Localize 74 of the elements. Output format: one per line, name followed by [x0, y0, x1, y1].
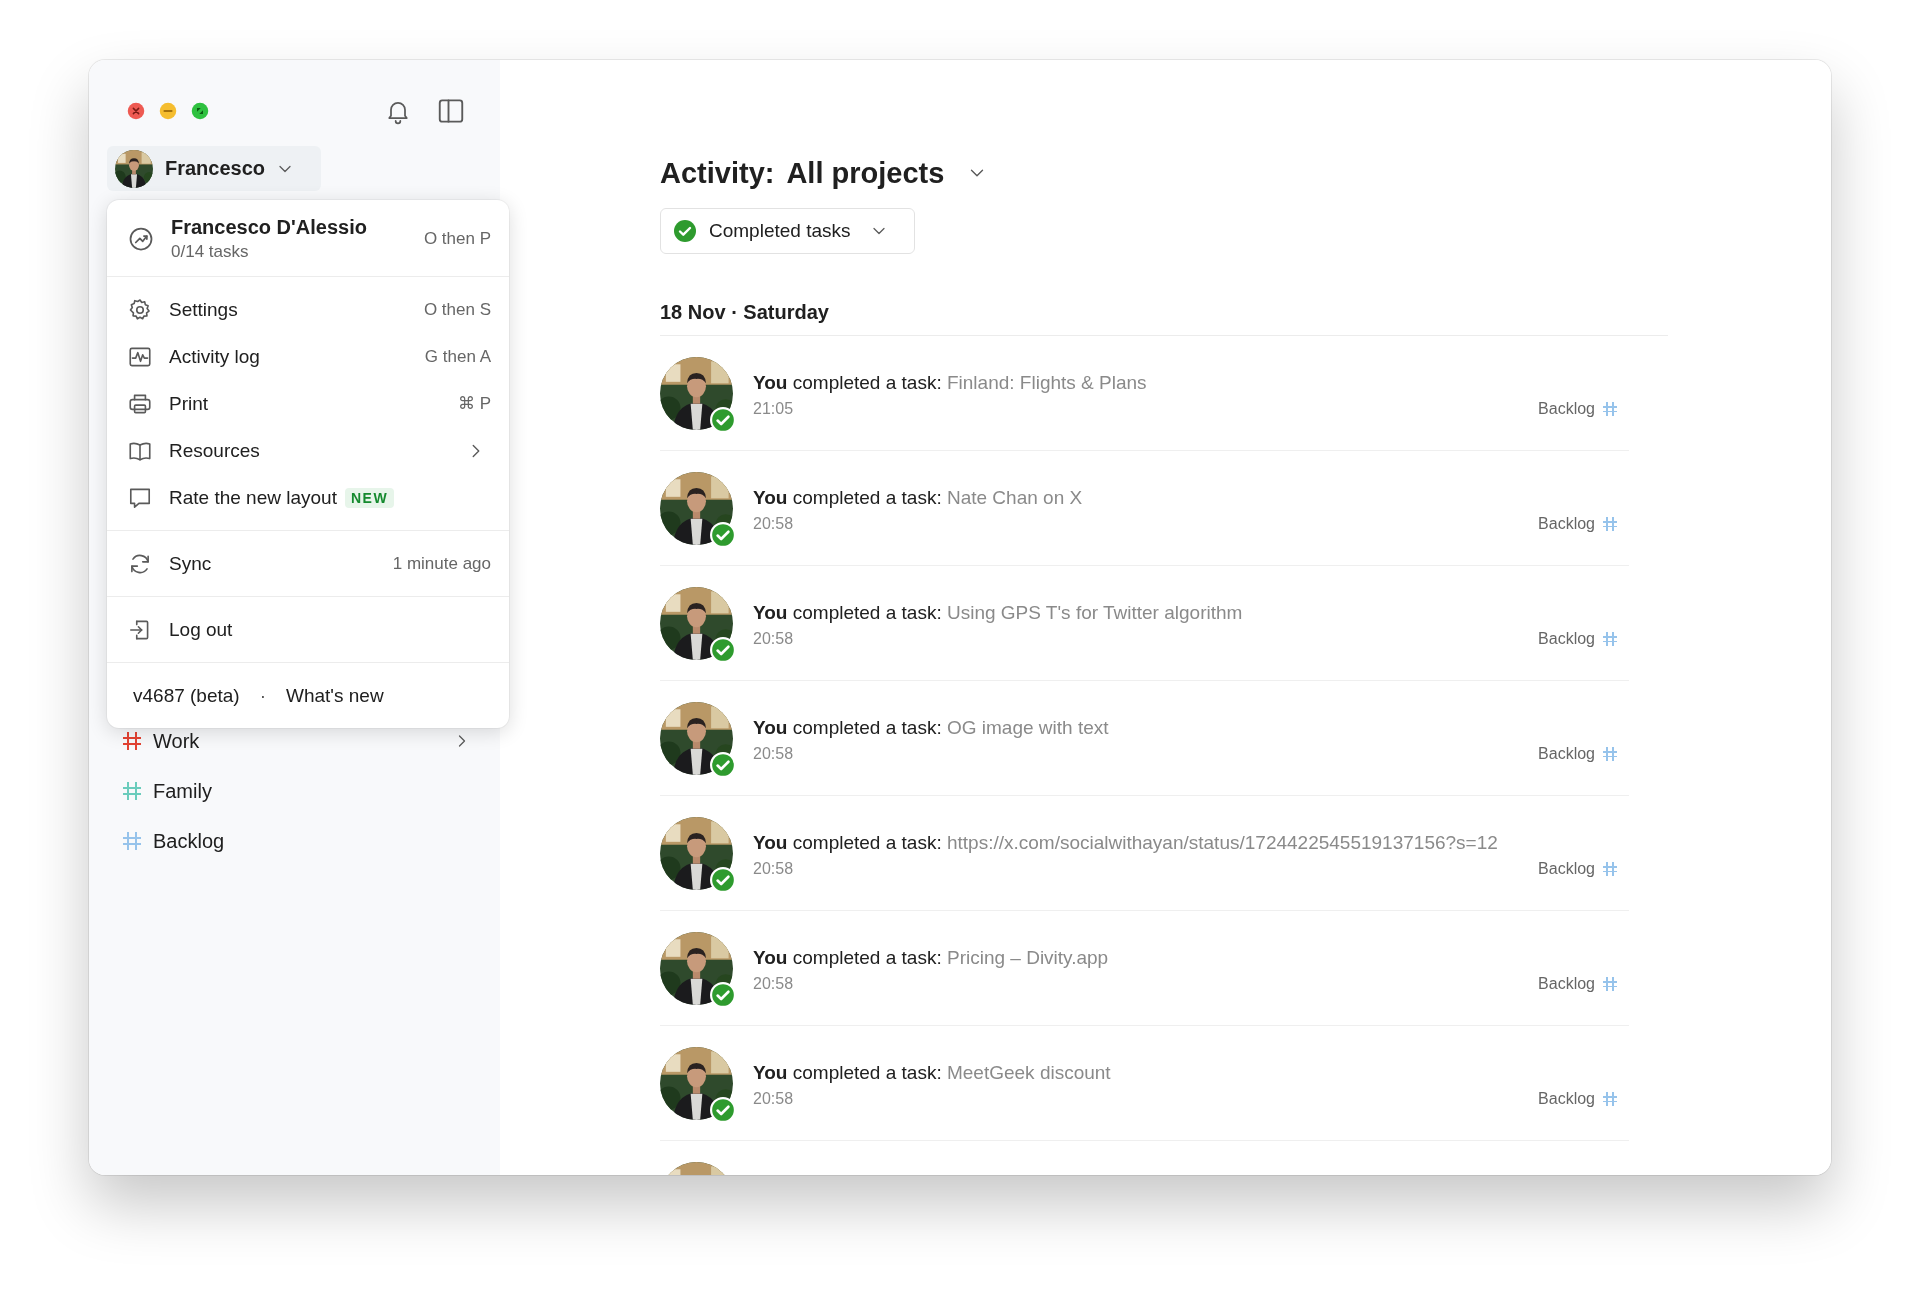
close-button[interactable]: [127, 102, 145, 120]
timestamp: 21:05: [753, 400, 794, 418]
task-link[interactable]: Nate Chan on X: [946, 487, 1083, 508]
menu-item[interactable]: Settings O then S: [107, 286, 509, 333]
activity-text: You completed a task: MeetGeek discount: [753, 1062, 1112, 1084]
timestamp: 20:58: [753, 515, 794, 533]
chart-icon: [127, 225, 155, 253]
menu-label: Resources: [169, 439, 260, 462]
project-tag[interactable]: Backlog: [1538, 515, 1619, 533]
menu-label: Log out: [169, 618, 233, 641]
timestamp: 20:58: [753, 630, 794, 648]
separator-dot: ·: [259, 684, 266, 707]
check-badge-icon: [710, 636, 736, 663]
menu-item[interactable]: Rate the new layout NEW: [107, 474, 509, 521]
menu-label: Settings: [169, 298, 238, 321]
activity-text: You completed a task: Using GPS T's for Twitter algorithm: [753, 602, 1244, 624]
menu-label: Sync: [169, 552, 212, 575]
task-count: 0/14 tasks: [171, 242, 250, 262]
timestamp: 20:58: [753, 975, 794, 993]
check-circle-icon: [673, 219, 697, 243]
timestamp: 20:58: [753, 745, 794, 763]
activity-text: You completed a task: Pricing – Divity.app: [753, 947, 1110, 969]
project-tag[interactable]: Backlog: [1538, 975, 1619, 993]
menu-item[interactable]: Activity log G then A: [107, 333, 509, 380]
shortcut-label: O then S: [423, 299, 491, 320]
check-badge-icon: [710, 981, 736, 1008]
page-title: Activity:: [660, 156, 775, 190]
date-heading: 18 Nov · Saturday: [660, 301, 1668, 336]
menu-label: Print: [169, 392, 209, 415]
activity-text: You completed a task: https://x.com/socialwithayan/status/1724422545519137156?s=12: [753, 832, 1499, 854]
shortcut-label: O then P: [423, 229, 491, 249]
menu-item[interactable]: Log out: [107, 606, 509, 653]
filter-dropdown[interactable]: Completed tasks: [660, 208, 915, 254]
task-link[interactable]: OG image with text: [946, 717, 1109, 738]
sidebar-toggle-icon[interactable]: [436, 96, 466, 126]
check-badge-icon: [710, 406, 736, 433]
user-name: Francesco D'Alessio: [171, 216, 368, 239]
profile-name: Francesco: [165, 157, 266, 180]
menu-label: Activity log: [169, 345, 260, 368]
timestamp: 20:58: [753, 860, 794, 878]
project-tag[interactable]: Backlog: [1538, 745, 1619, 763]
project-tag[interactable]: Backlog: [1538, 630, 1619, 648]
profile-button[interactable]: Francesco: [107, 146, 321, 191]
sync-status: 1 minute ago: [392, 553, 491, 574]
settings-icon: [127, 296, 153, 323]
version-label: v4687 (beta): [133, 684, 240, 707]
activity-text: You completed a task: OG image with text: [753, 717, 1110, 739]
check-badge-icon: [710, 866, 736, 893]
check-badge-icon: [710, 751, 736, 778]
menu-label: Rate the new layout: [169, 486, 337, 509]
project-dropdown[interactable]: All projects: [786, 156, 989, 190]
project-tag[interactable]: Backlog: [1538, 1090, 1619, 1108]
project-name: Family: [153, 779, 213, 803]
project-item[interactable]: Work: [89, 716, 500, 766]
menu-item[interactable]: Print ⌘ P: [107, 380, 509, 427]
minimize-button[interactable]: [159, 102, 177, 120]
project-name: Backlog: [153, 829, 226, 853]
new-badge: NEW: [344, 487, 395, 508]
check-badge-icon: [710, 1096, 736, 1123]
project-tag[interactable]: Backlog: [1538, 860, 1619, 878]
menu-item[interactable]: Resources: [107, 427, 509, 474]
project-name: Work: [153, 729, 201, 753]
shortcut-label: G then A: [424, 346, 491, 367]
menu-item[interactable]: Sync 1 minute ago: [107, 540, 509, 587]
shortcut-label: ⌘ P: [457, 393, 491, 414]
whats-new-link[interactable]: What's new: [286, 684, 384, 707]
zoom-button[interactable]: [191, 102, 209, 120]
project-tag[interactable]: Backlog: [1538, 400, 1619, 418]
timestamp: 20:58: [753, 1090, 794, 1108]
project-item[interactable]: Backlog: [89, 816, 500, 866]
activity-text: You completed a task: Finland: Flights & Plans: [753, 372, 1148, 394]
project-item[interactable]: Family: [89, 766, 500, 816]
activity-text: You completed a task: Nate Chan on X: [753, 487, 1084, 509]
check-badge-icon: [710, 521, 736, 548]
